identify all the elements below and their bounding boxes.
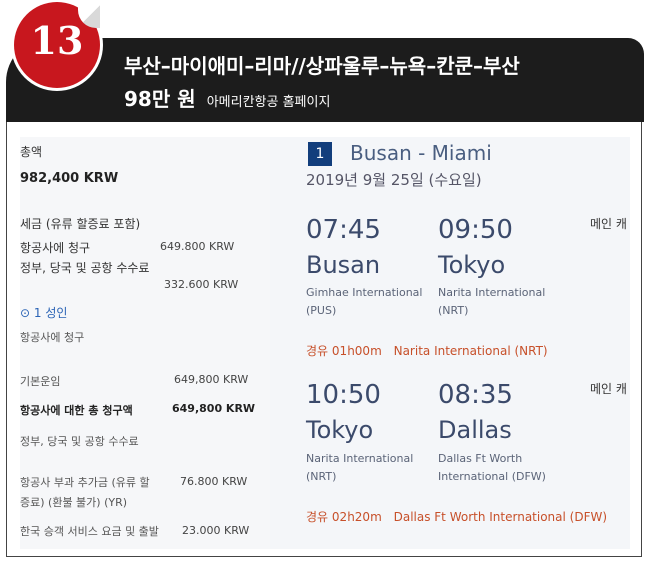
flight-2-cabin: 메인 캐 (590, 382, 627, 396)
number-badge: 13 (14, 2, 100, 88)
surcharge-amount: 76.800 KRW (180, 475, 248, 488)
flight-1-dep-city: Busan (306, 251, 381, 279)
flight-1-arr-code: (NRT) (438, 304, 469, 317)
total-airline-label: 항공사에 대한 총 청구액 (20, 404, 133, 417)
flight-1-dep-code: (PUS) (306, 304, 337, 317)
segment-route: Busan - Miami (350, 141, 492, 165)
gov-fees-label: 정부, 당국 및 공항 수수료 (20, 261, 150, 275)
airline-charge-amount: 649.800 KRW (160, 240, 235, 253)
flight-2-arr-city: Dallas (438, 416, 512, 444)
flight-1-arr-airport: Narita International (438, 286, 546, 299)
flight-1-dep-airport: Gimhae International (306, 286, 423, 299)
total-airline-amount: 649,800 KRW (172, 402, 256, 415)
booking-screenshot: 총액 982,400 KRW 세금 (유류 할증료 포함) 항공사에 청구 64… (20, 137, 630, 549)
base-fare-label: 기본운임 (20, 375, 61, 388)
flight-1-dep-time: 07:45 (306, 215, 381, 245)
flight-2-layover: 경유 02h20m Dallas Ft Worth International … (306, 508, 607, 525)
korea-fee-label: 한국 승객 서비스 요금 및 출발 (20, 525, 159, 538)
flight-2-dep-code: (NRT) (306, 470, 337, 483)
flight-2-dep-city: Tokyo (306, 416, 374, 444)
layover-duration: 01h00m (331, 344, 382, 358)
flight-2-arr-time: 08:35 (438, 380, 513, 410)
layover-label: 경유 (306, 344, 329, 358)
route-title: 부산–마이애미–리마//상파울루–뉴욕–칸쿤–부산 (124, 54, 520, 78)
flight-1-layover: 경유 01h00m Narita International (NRT) (306, 342, 548, 359)
korea-fee-amount: 23.000 KRW (182, 524, 250, 537)
layover-label: 경유 (306, 510, 329, 524)
layover-airport: Dallas Ft Worth International (DFW) (393, 510, 608, 524)
flight-2-dep-airport: Narita International (306, 452, 414, 465)
layover-airport: Narita International (NRT) (393, 344, 548, 358)
passenger-sub-label: 항공사에 청구 (20, 331, 85, 344)
gov-fees-label-2: 정부, 당국 및 공항 수수료 (20, 435, 139, 448)
price: 98만 원 (124, 87, 196, 111)
flight-2-arr-airport: Dallas Ft Worth (438, 452, 523, 465)
flight-1-arr-city: Tokyo (438, 251, 506, 279)
segment-date: 2019년 9월 25일 (수요일) (306, 171, 482, 189)
flight-2-dep-time: 10:50 (306, 380, 381, 410)
passenger-toggle[interactable]: ⊙ 1 성인 (20, 304, 67, 321)
gov-fees-amount: 332.600 KRW (164, 278, 239, 291)
flight-1-arr-time: 09:50 (438, 215, 513, 245)
segment-number-badge: 1 (308, 142, 332, 166)
airline-charge-label: 항공사에 청구 (20, 241, 91, 255)
chevron-circle-icon: ⊙ (20, 306, 31, 320)
base-fare-amount: 649,800 KRW (174, 373, 249, 386)
itinerary-panel: 1 Busan - Miami 2019년 9월 25일 (수요일) 07:45… (270, 137, 630, 549)
tax-label: 세금 (유류 할증료 포함) (20, 217, 141, 231)
flight-1-cabin: 메인 캐 (590, 217, 627, 231)
surcharge-label-1: 항공사 부과 추가금 (유류 할 (20, 476, 150, 489)
price-summary-panel: 총액 982,400 KRW 세금 (유류 할증료 포함) 항공사에 청구 64… (20, 137, 271, 549)
total-amount: 982,400 KRW (20, 171, 119, 186)
passenger-label: 1 성인 (33, 306, 68, 320)
surcharge-label-2: 증료) (환불 불가) (YR) (20, 496, 128, 509)
flight-2-arr-code: International (DFW) (438, 470, 546, 483)
layover-duration: 02h20m (331, 510, 382, 524)
total-label: 총액 (20, 145, 43, 159)
source-label: 아메리칸항공 홈페이지 (206, 95, 331, 110)
price-line: 98만 원 아메리칸항공 홈페이지 (124, 83, 330, 112)
